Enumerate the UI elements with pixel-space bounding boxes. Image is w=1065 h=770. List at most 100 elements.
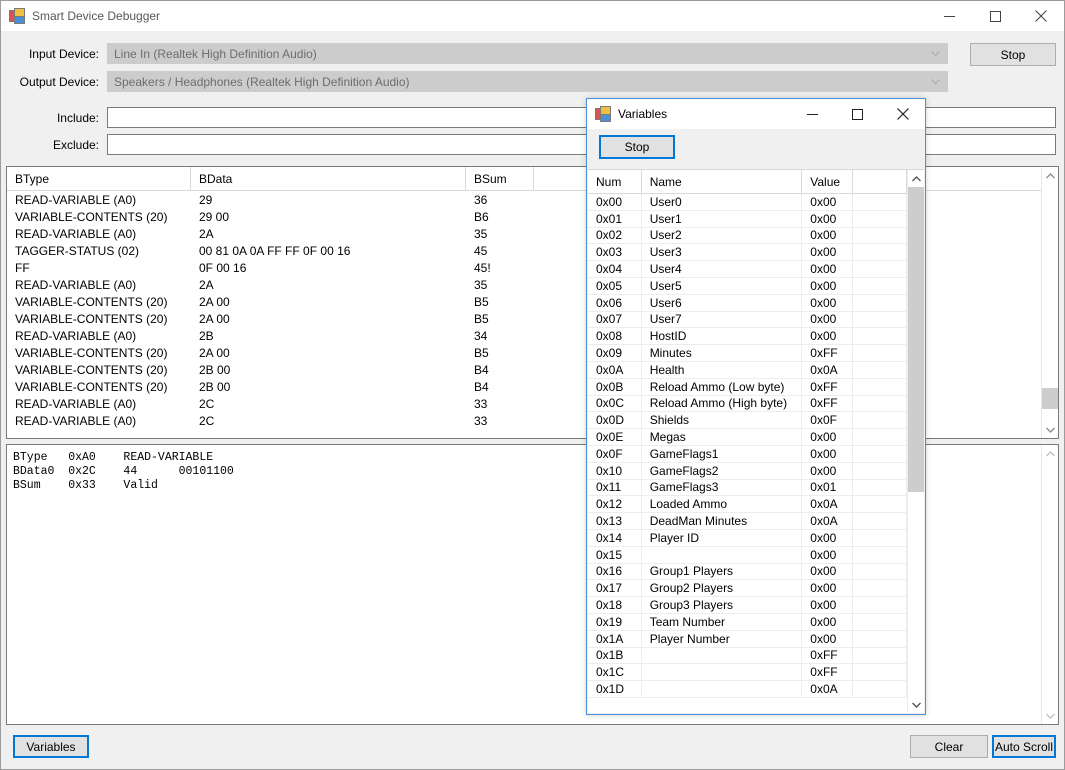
table-row[interactable]: 0x00 User0 0x00 [588,194,907,211]
scroll-up-icon[interactable] [908,170,924,187]
table-cell: Megas [642,429,803,445]
scroll-down-icon[interactable] [1042,707,1058,724]
table-row[interactable]: 0x19 Team Number 0x00 [588,613,907,631]
table-cell: 0x00 [802,546,854,563]
scroll-track[interactable] [908,187,924,696]
table-row[interactable]: 0x0D Shields 0x0F [588,412,907,430]
table-cell: 45 [474,243,488,258]
table-row[interactable]: 0x10 GameFlags2 0x00 [588,462,907,480]
table-cell: 0x00 [802,244,854,261]
scroll-up-icon[interactable] [1042,445,1058,462]
table-cell [853,361,907,378]
table-row[interactable]: 0x12 Loaded Ammo 0x0A [588,496,907,514]
table-row[interactable]: 0x13 DeadMan Minutes 0x0A [588,513,907,530]
table-row[interactable]: 0x17 Group2 Players 0x00 [588,580,907,598]
table-row[interactable]: 0x1A Player Number 0x00 [588,630,907,648]
table-row[interactable]: 0x18 Group3 Players 0x00 [588,597,907,614]
column-header[interactable]: Num [588,170,642,194]
table-row[interactable]: 0x1C 0xFF [588,664,907,682]
column-header[interactable] [853,170,907,194]
table-cell: 0x02 [588,227,642,244]
table-row[interactable]: 0x0C Reload Ammo (High byte) 0xFF [588,395,907,413]
scroll-track[interactable] [1042,462,1058,707]
table-cell [853,311,907,328]
table-row[interactable]: 0x05 User5 0x00 [588,277,907,295]
output-device-select[interactable]: Speakers / Headphones (Realtek High Defi… [107,71,948,92]
scroll-down-icon[interactable] [1042,421,1058,438]
include-label: Include: [56,110,99,125]
table-cell: B5 [474,345,489,360]
table-cell: READ-VARIABLE (A0) [15,192,137,207]
table-cell: DeadMan Minutes [642,513,803,529]
table-cell: VARIABLE-CONTENTS (20) [15,362,168,377]
scroll-thumb[interactable] [908,187,924,493]
table-row[interactable]: 0x15 0x00 [588,546,907,564]
table-row[interactable]: 0x14 Player ID 0x00 [588,529,907,547]
table-row[interactable]: 0x02 User2 0x00 [588,227,907,245]
table-cell: 2A 00 [199,345,230,360]
table-row[interactable]: 0x0A Health 0x0A [588,361,907,379]
table-cell [642,647,803,664]
table-row[interactable]: 0x1B 0xFF [588,647,907,665]
column-header[interactable]: BData [191,167,466,191]
scroll-thumb[interactable] [1042,387,1058,410]
table-cell [642,546,803,563]
table-row[interactable]: 0x1D 0x0A [588,681,907,698]
column-header[interactable]: BSum [466,167,534,191]
table-row[interactable]: 0x03 User3 0x00 [588,244,907,262]
column-header[interactable]: BType [7,167,191,191]
variables-list: Num Name Value 0x00 User0 0x00 0x01 User1 0x00 0… [588,169,924,713]
table-cell: 0x00 [802,210,854,227]
table-cell: 2B [199,328,214,343]
minimize-icon[interactable] [790,100,835,129]
table-cell [853,580,907,597]
variables-window-controls [790,100,925,129]
table-row[interactable]: 0x0B Reload Ammo (Low byte) 0xFF [588,378,907,396]
variables-list-rows: 0x00 User0 0x00 0x01 User1 0x00 0x02 User2 0x00 0… [588,194,907,698]
packet-list-scrollbar[interactable] [1041,167,1058,438]
variables-dialog-title: Variables [618,107,668,121]
variables-button[interactable]: Variables [13,735,89,758]
table-cell: 2C [199,396,215,411]
table-row[interactable]: 0x01 User1 0x00 [588,210,907,228]
table-row[interactable]: 0x0F GameFlags1 0x00 [588,445,907,463]
column-header[interactable]: Name [642,170,803,194]
table-row[interactable]: 0x09 Minutes 0xFF [588,345,907,362]
table-cell: 45! [474,260,491,275]
detail-panel-scrollbar[interactable] [1041,445,1058,724]
variables-list-scrollbar[interactable] [907,170,924,713]
table-cell: 0x1C [588,664,642,681]
table-row[interactable]: 0x0E Megas 0x00 [588,429,907,446]
table-cell: READ-VARIABLE (A0) [15,277,137,292]
maximize-icon[interactable] [972,1,1018,31]
variables-dialog: Variables Stop Num Name Value 0x00 User0 0x0… [586,98,926,715]
output-device-row: Output Device: Speakers / Headphones (Re… [1,71,1064,92]
table-cell [853,664,907,681]
table-cell: 2B 00 [199,379,231,394]
table-cell: 0x0F [588,445,642,462]
input-device-select[interactable]: Line In (Realtek High Definition Audio) [107,43,948,64]
scroll-down-icon[interactable] [908,696,924,713]
table-row[interactable]: 0x04 User4 0x00 [588,261,907,278]
scroll-up-icon[interactable] [1042,167,1058,184]
variables-list-body[interactable]: Num Name Value 0x00 User0 0x00 0x01 User1 0x00 0… [588,170,907,713]
close-icon[interactable] [880,100,925,129]
table-row[interactable]: 0x11 GameFlags3 0x01 [588,479,907,497]
table-row[interactable]: 0x08 HostID 0x00 [588,328,907,346]
minimize-icon[interactable] [926,1,972,31]
maximize-icon[interactable] [835,100,880,129]
table-cell: READ-VARIABLE (A0) [15,328,137,343]
variables-stop-button[interactable]: Stop [599,135,675,159]
table-row[interactable]: 0x06 User6 0x00 [588,294,907,312]
column-header[interactable]: Value [802,170,854,194]
auto-scroll-button[interactable]: Auto Scroll [992,735,1056,758]
table-cell: 2A [199,226,214,241]
clear-button[interactable]: Clear [910,735,988,758]
table-row[interactable]: 0x16 Group1 Players 0x00 [588,563,907,581]
scroll-track[interactable] [1042,184,1058,421]
table-cell: 0xFF [802,395,854,412]
table-row[interactable]: 0x07 User7 0x00 [588,311,907,329]
table-cell [853,412,907,429]
stop-button[interactable]: Stop [970,43,1056,66]
close-icon[interactable] [1018,1,1064,31]
